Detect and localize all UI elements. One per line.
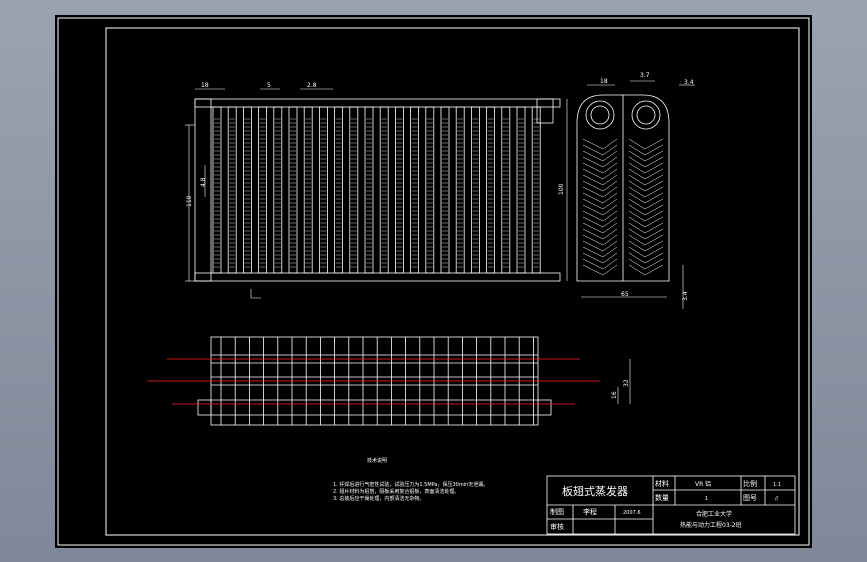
side-view: [566, 80, 695, 309]
chevron-right: [628, 252, 664, 264]
front-fin-column: [531, 106, 541, 274]
front-fin-column: [349, 106, 359, 274]
front-fin-column: [242, 106, 252, 274]
outer-frame: [57, 17, 810, 546]
chevron-right: [628, 168, 664, 180]
front-fin-column: [303, 106, 313, 274]
front-fin-column: [425, 106, 435, 274]
quantity-label: 数量: [655, 493, 669, 502]
engineering-drawing: 18 5 2.8 110 4.8 18 3.7 3.4 100 65 3.4 1…: [57, 17, 810, 546]
chevron-right: [628, 150, 664, 162]
port-right-inner: [636, 105, 656, 125]
chevron-right: [628, 210, 664, 222]
front-fin-column: [486, 106, 496, 274]
front-fin-column: [258, 106, 268, 274]
school-name: 合肥工业大学: [696, 510, 732, 518]
notes-line-2: 2. 翅片材料为铝箔，隔板采用复合铝板，表面清洁处理。: [333, 488, 459, 495]
chevron-right: [628, 216, 664, 228]
chevron-right: [628, 222, 664, 234]
chevron-right: [628, 234, 664, 246]
port-left-outer: [585, 100, 615, 130]
dim-front-height-outer: 110: [186, 195, 193, 207]
chevron-right: [628, 258, 664, 270]
chevron-right: [628, 198, 664, 210]
dim-side-height: 100: [558, 183, 565, 195]
drawn-label: 制图: [550, 507, 564, 516]
material-value: VR 铝: [695, 480, 711, 488]
front-right-upper-tab: [536, 98, 554, 124]
plan-left-tab: [197, 399, 212, 416]
chevron-right: [628, 228, 664, 240]
front-view: [185, 88, 561, 299]
drawing-no-value: //: [775, 496, 779, 502]
chevron-right: [628, 240, 664, 252]
port-right-outer: [631, 100, 661, 130]
front-fin-column: [227, 106, 237, 274]
drawing-no-label: 图号: [743, 494, 757, 502]
chevron-right: [628, 144, 664, 156]
dim-front-top-mid: 5: [267, 82, 271, 89]
front-fin-columns: [212, 106, 541, 274]
front-fin-column: [410, 106, 420, 274]
dim-front-height-inner: 4.8: [200, 177, 207, 187]
scale-value: 1:1: [773, 482, 781, 488]
chevron-right: [628, 246, 664, 258]
chevron-right: [628, 174, 664, 186]
front-left-side-bar: [194, 98, 212, 282]
front-fin-column: [440, 106, 450, 274]
quantity-value: 1: [705, 496, 708, 502]
chevron-left: [582, 264, 618, 276]
front-fin-column: [334, 106, 344, 274]
front-fin-column: [470, 106, 480, 274]
front-section-mark: [250, 289, 261, 299]
class-info: 热能与动力工程03-2班: [680, 521, 742, 529]
checked-label: 审核: [550, 522, 564, 531]
front-fin-column: [273, 106, 283, 274]
drawn-date: 2007.6: [623, 510, 641, 516]
plan-view: [147, 336, 631, 426]
inner-border: [105, 27, 800, 536]
front-fin-column: [379, 106, 389, 274]
front-top-header: [194, 98, 561, 108]
dim-side-width: 65: [621, 291, 629, 298]
plan-right-tab: [537, 399, 552, 416]
cad-drawing-viewport[interactable]: 18 5 2.8 110 4.8 18 3.7 3.4 100 65 3.4 1…: [55, 15, 812, 548]
notes-line-3: 3. 总装后应干燥处理，内部清洁无杂物。: [333, 495, 424, 502]
dim-front-top-right: 2.8: [307, 82, 317, 89]
drawing-title: 板翅式蒸发器: [562, 484, 628, 498]
front-fin-column: [212, 106, 222, 274]
chevron-right: [628, 156, 664, 168]
chevron-right: [628, 192, 664, 204]
chevron-right: [628, 264, 664, 276]
chevron-right: [628, 180, 664, 192]
dim-side-bottom-right: 3.4: [682, 291, 689, 301]
front-fin-column: [516, 106, 526, 274]
port-left-inner: [590, 105, 610, 125]
dim-side-top-right: 3.7: [640, 72, 650, 79]
front-fin-column: [318, 106, 328, 274]
dim-plan-inner: 16: [611, 391, 618, 399]
notes-line-1: 1. 钎焊后进行气密性试验，试验压力为1.5MPa，保压30min无泄漏。: [333, 481, 488, 488]
front-fin-column: [288, 106, 298, 274]
dim-front-top-left: 18: [201, 82, 209, 89]
chevron-right: [628, 138, 664, 150]
drawn-name: 李程: [583, 507, 597, 516]
front-fin-column: [455, 106, 465, 274]
front-fin-column: [394, 106, 404, 274]
chevron-right: [628, 186, 664, 198]
chevron-right: [628, 204, 664, 216]
scale-label: 比例: [743, 479, 757, 488]
chevron-right: [628, 162, 664, 174]
dim-side-top-far: 3.4: [684, 79, 694, 86]
dim-plan-outer: 32: [623, 379, 630, 387]
material-label: 材料: [655, 479, 669, 488]
dim-side-top-left: 18: [600, 78, 608, 85]
front-bottom-header: [194, 272, 561, 282]
front-fin-column: [364, 106, 374, 274]
front-fin-column: [501, 106, 511, 274]
notes-heading: 技术说明: [367, 457, 387, 464]
